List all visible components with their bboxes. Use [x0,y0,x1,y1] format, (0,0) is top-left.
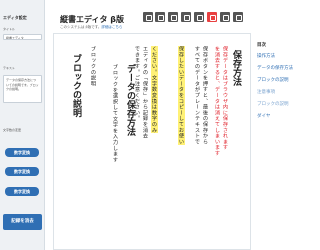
reset-button[interactable]: 記録を消去 [3,214,42,230]
strike-icon[interactable] [181,12,191,22]
italic-icon[interactable] [155,12,165,22]
toc-item[interactable]: 操作方法 [257,53,275,59]
editor-line-red-1: 保存データはブラウザ内に保存されます [222,46,228,151]
ops-label: 文字数の変更 [3,128,22,132]
underline-icon[interactable] [168,12,178,22]
editor-line-7: ブロックを選択して文字を入力します [112,64,118,163]
toc-item[interactable]: ブロックの説明 [257,77,289,83]
app-subtitle: このシステムは β版です。詳細はこちら [60,25,122,30]
editor-line-red-2: を消去すると、データは消えてしまいます [214,46,220,157]
editor-line-5: エディタの「保存」から記録を消去 [142,46,148,139]
toc-title: 目次 [257,43,266,48]
h2-icon[interactable] [207,12,217,22]
sidebar-title: エディタ設定 [3,15,27,20]
details-link[interactable]: 詳細はこちら [101,25,122,29]
editor-heading-1: 保存方法 [231,50,241,86]
text-field-label: テキスト [3,66,15,70]
toc-item[interactable]: ダイヤ [257,113,270,119]
editor-line-4: すべてのデータがプレーンテキストで [194,46,200,145]
editor-heading-2: データの保存方法 [125,64,135,136]
bold-icon[interactable] [143,12,153,22]
convert-button-3[interactable]: 数字変換 [5,187,39,196]
editor-line-8: ブロックの説明 [90,46,96,87]
ruby-icon[interactable] [233,12,243,22]
editor-heading-3: ブロックの説明 [71,54,81,117]
table-of-contents: 目次 操作方法 データの保存方法 ブロックの説明 注意事項 ブロックの説明 ダイ… [253,33,300,250]
toc-item[interactable]: ブロックの説明 [257,101,289,107]
vertical-editor[interactable]: 保存方法 保存データはブラウザ内に保存されます を消去すると、データは消えてしま… [53,33,251,250]
convert-button-1[interactable]: 数字変換 [5,148,39,157]
editor-line-highlight-1: 保存したいデータをコピーしてお使い [178,46,185,145]
settings-sidebar: エディタ設定 タイトル 縦書エディタ テキスト データの保存方法についての説明で… [0,0,45,250]
editor-line-3: 保存ボタンを押すと、最後の保存から [202,46,208,145]
text-textarea[interactable]: データの保存方法についての説明です。ブロックの説明。 [3,75,42,103]
subtitle-text: このシステムは β版です。 [60,25,102,29]
title-field-label: タイトル [3,27,16,31]
convert-button-2[interactable]: 数字変換 [5,167,39,176]
toc-item[interactable]: 注意事項 [257,89,275,95]
title-input[interactable]: 縦書エディタ [3,34,42,40]
app-title: 縦書エディタ β版 [60,15,124,24]
editor-line-highlight-2: ください。文字数変換は数字のみ [151,46,158,133]
toc-item[interactable]: データの保存方法 [257,65,293,71]
h1-icon[interactable] [194,12,204,22]
color-icon[interactable] [220,12,230,22]
